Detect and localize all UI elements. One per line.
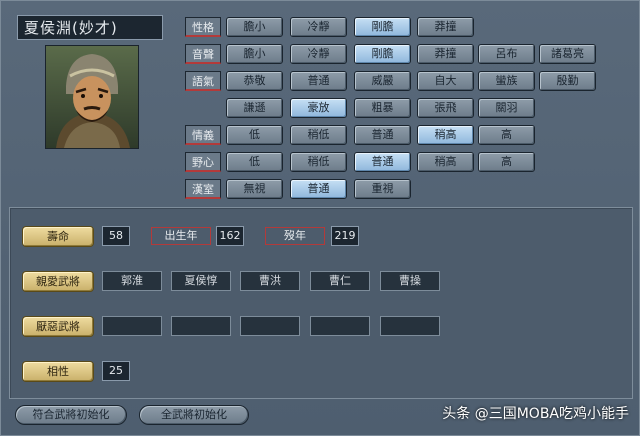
loyalty-option[interactable]: 普通 [354, 125, 411, 145]
affinity-button[interactable]: 相性 [22, 361, 94, 382]
voice-option[interactable]: 膽小 [226, 44, 283, 64]
han-option[interactable]: 重視 [354, 179, 411, 199]
death-year-value[interactable]: 219 [331, 226, 359, 246]
tone-option[interactable]: 恭敬 [226, 71, 283, 91]
voice-option[interactable]: 冷靜 [290, 44, 347, 64]
birth-year-value[interactable]: 162 [216, 226, 244, 246]
death-year-label: 歿年 [265, 227, 325, 245]
affinity-value[interactable]: 25 [102, 361, 130, 381]
attributes-panel: 壽命 58 出生年 162 歿年 219 親愛武將 郭淮 夏侯惇 曹洪 曹仁 曹… [9, 207, 633, 399]
ambition-option[interactable]: 稍低 [290, 152, 347, 172]
reset-matching-generals-button[interactable]: 符合武將初始化 [15, 405, 127, 425]
voice-option[interactable]: 呂布 [478, 44, 535, 64]
ambition-option[interactable]: 高 [478, 152, 535, 172]
tone-label: 語氣 [185, 71, 221, 91]
han-option[interactable]: 無視 [226, 179, 283, 199]
tone-option-selected[interactable]: 豪放 [290, 98, 347, 118]
ambition-option[interactable]: 低 [226, 152, 283, 172]
ambition-option[interactable]: 稍高 [417, 152, 474, 172]
personality-option[interactable]: 膽小 [226, 17, 283, 37]
favored-generals-button[interactable]: 親愛武將 [22, 271, 94, 292]
voice-label: 音聲 [185, 44, 221, 64]
loyalty-option[interactable]: 低 [226, 125, 283, 145]
reset-all-generals-button[interactable]: 全武將初始化 [139, 405, 249, 425]
general-editor-window: 夏侯淵(妙才) 性格 膽小 冷靜 剛膽 莽撞 音聲 膽小 冷靜 剛膽 莽撞 呂布… [0, 0, 640, 436]
disliked-general-slot[interactable] [240, 316, 300, 336]
personality-option-selected[interactable]: 剛膽 [354, 17, 411, 37]
favored-general-slot[interactable]: 郭淮 [102, 271, 162, 291]
han-option-selected[interactable]: 普通 [290, 179, 347, 199]
tone-option[interactable]: 關羽 [478, 98, 535, 118]
tone-option[interactable]: 蠻族 [478, 71, 535, 91]
favored-general-slot[interactable]: 曹仁 [310, 271, 370, 291]
personality-option[interactable]: 冷靜 [290, 17, 347, 37]
favored-general-slot[interactable]: 夏侯惇 [171, 271, 231, 291]
general-name: 夏侯淵(妙才) [17, 15, 163, 40]
disliked-general-slot[interactable] [102, 316, 162, 336]
general-portrait [45, 45, 139, 149]
voice-option[interactable]: 莽撞 [417, 44, 474, 64]
personality-label: 性格 [185, 17, 221, 37]
tone-option[interactable]: 謙遜 [226, 98, 283, 118]
voice-option[interactable]: 諸葛亮 [539, 44, 596, 64]
loyalty-option-selected[interactable]: 稍高 [417, 125, 474, 145]
lifespan-value[interactable]: 58 [102, 226, 130, 246]
tone-option[interactable]: 普通 [290, 71, 347, 91]
tone-option[interactable]: 自大 [417, 71, 474, 91]
lifespan-button[interactable]: 壽命 [22, 226, 94, 247]
loyalty-option[interactable]: 稍低 [290, 125, 347, 145]
disliked-generals-button[interactable]: 厭惡武將 [22, 316, 94, 337]
loyalty-label: 情義 [185, 125, 221, 145]
tone-option[interactable]: 粗暴 [354, 98, 411, 118]
ambition-label: 野心 [185, 152, 221, 172]
han-label: 漢室 [185, 179, 221, 199]
disliked-general-slot[interactable] [310, 316, 370, 336]
watermark-text: 头条 @三国MOBA吃鸡小能手 [442, 406, 629, 422]
tone-option[interactable]: 殷勤 [539, 71, 596, 91]
tone-option[interactable]: 威嚴 [354, 71, 411, 91]
disliked-general-slot[interactable] [171, 316, 231, 336]
tone-option[interactable]: 張飛 [417, 98, 474, 118]
personality-option[interactable]: 莽撞 [417, 17, 474, 37]
disliked-general-slot[interactable] [380, 316, 440, 336]
favored-general-slot[interactable]: 曹操 [380, 271, 440, 291]
portrait-image [46, 46, 138, 148]
birth-year-label: 出生年 [151, 227, 211, 245]
voice-option-selected[interactable]: 剛膽 [354, 44, 411, 64]
loyalty-option[interactable]: 高 [478, 125, 535, 145]
favored-general-slot[interactable]: 曹洪 [240, 271, 300, 291]
ambition-option-selected[interactable]: 普通 [354, 152, 411, 172]
